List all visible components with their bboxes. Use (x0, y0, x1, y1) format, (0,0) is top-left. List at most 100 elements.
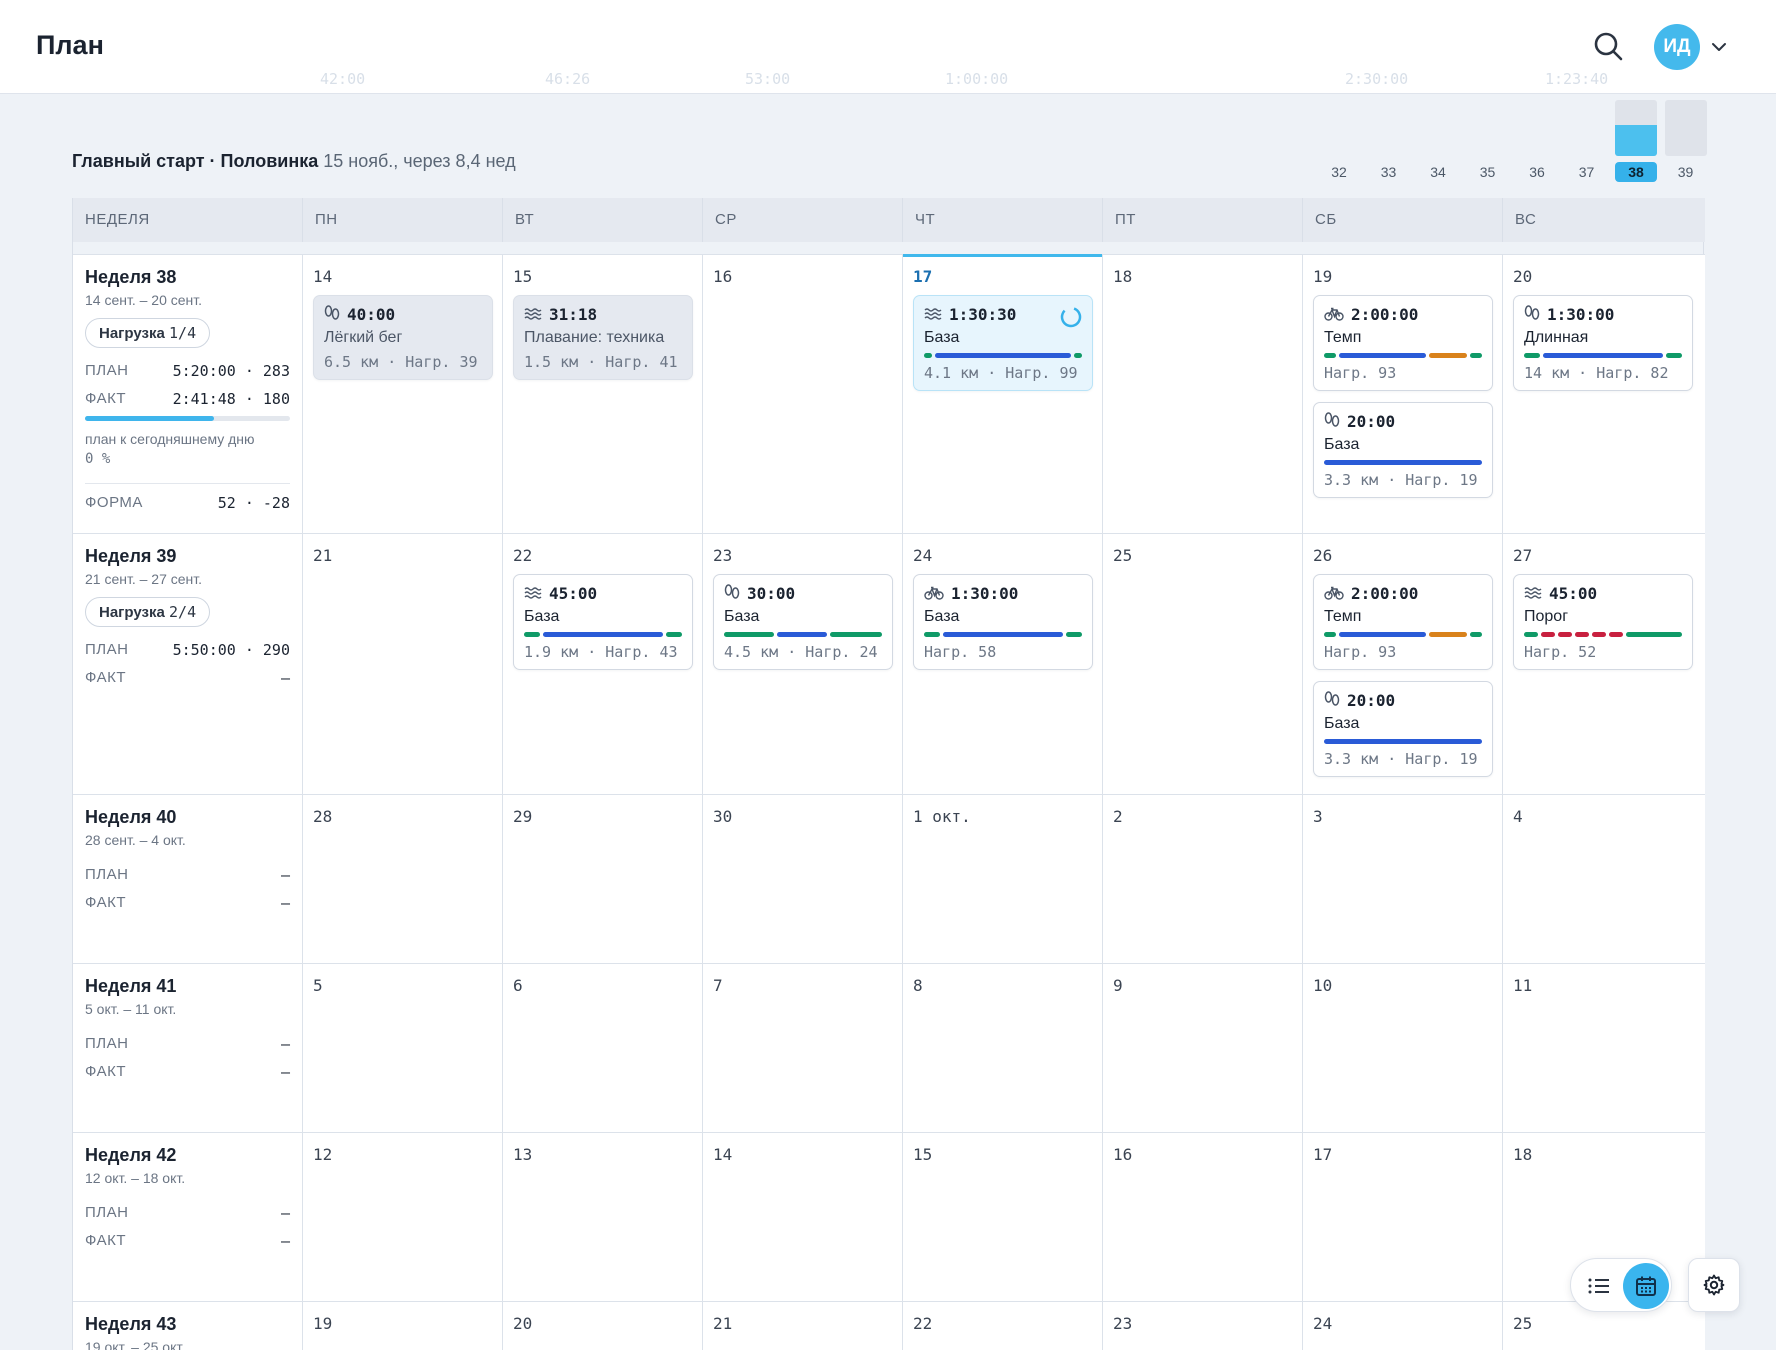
workout-card[interactable]: 45:00 Порог Нагр. 52 (1513, 574, 1693, 670)
day-number: 28 (313, 807, 333, 826)
week-chart-bar[interactable] (1615, 100, 1657, 156)
day-cell[interactable]: 4 (1503, 795, 1705, 963)
day-cell[interactable]: 23 30:00 База 4.5 км · Нагр. 24 (703, 534, 903, 794)
day-cell[interactable]: 16 (703, 255, 903, 533)
day-cell[interactable]: 20 (503, 1302, 703, 1350)
column-header-thu: ЧТ (903, 198, 1103, 242)
day-cell[interactable]: 26 2:00:00 Темп Нагр. 93 20:00 База 3.3 … (1303, 534, 1503, 794)
week-chart-bar[interactable] (1664, 100, 1707, 156)
day-cell[interactable]: 2 (1103, 795, 1303, 963)
week-summary-cell[interactable]: Неделя 43 19 окт. – 25 окт. (73, 1302, 303, 1350)
day-cell[interactable]: 27 45:00 Порог Нагр. 52 (1503, 534, 1705, 794)
workout-card[interactable]: 45:00 База 1.9 км · Нагр. 43 (513, 574, 693, 670)
day-cell[interactable]: 15 31:18 Плавание: техника 1.5 км · Нагр… (503, 255, 703, 533)
workout-card[interactable]: 2:00:00 Темп Нагр. 93 (1313, 574, 1493, 670)
day-cell[interactable]: 23 (1103, 1302, 1303, 1350)
race-label: Главный старт · Половинка (72, 151, 319, 171)
day-number-today: 17 (913, 267, 933, 286)
day-cell[interactable]: 19 2:00:00 Темп Нагр. 93 20:00 База 3.3 … (1303, 255, 1503, 533)
workout-card[interactable]: 20:00 База 3.3 км · Нагр. 19 (1313, 681, 1493, 777)
week-chart-label[interactable]: 33 (1368, 162, 1410, 182)
day-number: 25 (1113, 546, 1133, 565)
day-cell[interactable]: 30 (703, 795, 903, 963)
day-cell[interactable]: 21 (303, 534, 503, 794)
day-cell[interactable]: 12 (303, 1133, 503, 1301)
calendar-view-button[interactable] (1623, 1263, 1669, 1309)
chevron-down-icon[interactable] (1710, 38, 1728, 56)
workout-card[interactable]: 31:18 Плавание: техника 1.5 км · Нагр. 4… (513, 295, 693, 380)
day-cell[interactable]: 18 (1103, 255, 1303, 533)
week-chart-label[interactable]: 32 (1318, 162, 1360, 182)
day-cell[interactable]: 7 (703, 964, 903, 1132)
workout-card[interactable]: 20:00 База 3.3 км · Нагр. 19 (1313, 402, 1493, 498)
week-range: 28 сент. – 4 окт. (85, 832, 186, 848)
day-cell[interactable]: 11 (1503, 964, 1705, 1132)
fact-value: – (280, 1232, 290, 1250)
week-chart-label[interactable]: 39 (1665, 162, 1707, 182)
day-cell[interactable]: 6 (503, 964, 703, 1132)
day-cell[interactable]: 14 (703, 1133, 903, 1301)
form-label: ФОРМА (85, 494, 143, 511)
zone-segments (924, 632, 1082, 637)
day-cell[interactable]: 19 (303, 1302, 503, 1350)
day-number: 25 (1513, 1314, 1533, 1333)
zone-segments (724, 632, 882, 637)
workout-name: Лёгкий бег (324, 329, 403, 346)
day-cell-today[interactable]: 17 1:30:30 База 4.1 км · Нагр. 99 (903, 254, 1103, 533)
week-chart-label[interactable]: 36 (1516, 162, 1558, 182)
day-cell[interactable]: 24 (1303, 1302, 1503, 1350)
settings-button[interactable] (1688, 1258, 1740, 1312)
workout-name: База (724, 608, 760, 625)
day-cell[interactable]: 24 1:30:00 База Нагр. 58 (903, 534, 1103, 794)
workout-card[interactable]: 1:30:30 База 4.1 км · Нагр. 99 (913, 295, 1093, 391)
avatar[interactable]: ИД (1654, 24, 1700, 70)
workout-card[interactable]: 2:00:00 Темп Нагр. 93 (1313, 295, 1493, 391)
week-chart-label[interactable]: 35 (1467, 162, 1509, 182)
week-range: 21 сент. – 27 сент. (85, 571, 203, 587)
day-cell[interactable]: 28 (303, 795, 503, 963)
day-cell[interactable]: 20 1:30:00 Длинная 14 км · Нагр. 82 (1503, 255, 1705, 533)
day-number: 20 (1513, 267, 1533, 286)
day-cell[interactable]: 25 (1103, 534, 1303, 794)
workout-card[interactable]: 30:00 База 4.5 км · Нагр. 24 (713, 574, 893, 670)
load-badge[interactable]: Нагрузка 1/4 (85, 318, 211, 348)
week-chart-label-active[interactable]: 38 (1615, 162, 1657, 182)
day-cell[interactable]: 17 (1303, 1133, 1503, 1301)
search-icon[interactable] (1592, 30, 1624, 62)
day-cell[interactable]: 21 (703, 1302, 903, 1350)
week-summary-cell[interactable]: Неделя 39 21 сент. – 27 сент. Нагрузка 2… (73, 534, 303, 794)
day-number: 21 (713, 1314, 733, 1333)
workout-time: 20:00 (1347, 411, 1396, 431)
day-cell[interactable]: 15 (903, 1133, 1103, 1301)
day-cell[interactable]: 13 (503, 1133, 703, 1301)
week-summary-cell[interactable]: Неделя 38 14 сент. – 20 сент. Нагрузка 1… (73, 255, 303, 533)
load-badge[interactable]: Нагрузка 2/4 (85, 597, 211, 627)
day-cell[interactable]: 3 (1303, 795, 1503, 963)
day-cell[interactable]: 9 (1103, 964, 1303, 1132)
day-cell[interactable]: 16 (1103, 1133, 1303, 1301)
column-header-sat: СБ (1303, 198, 1503, 242)
week-summary-cell[interactable]: Неделя 42 12 окт. – 18 окт. ПЛАН – ФАКТ – (73, 1133, 303, 1301)
plan-label: ПЛАН (85, 1035, 129, 1052)
workout-card[interactable]: 1:30:00 Длинная 14 км · Нагр. 82 (1513, 295, 1693, 391)
day-cell[interactable]: 5 (303, 964, 503, 1132)
list-view-icon[interactable] (1585, 1272, 1613, 1300)
workout-name: База (1324, 436, 1360, 453)
workout-card[interactable]: 40:00 Лёгкий бег 6.5 км · Нагр. 39 (313, 295, 493, 380)
day-cell[interactable]: 29 (503, 795, 703, 963)
week-row: Неделя 42 12 окт. – 18 окт. ПЛАН – ФАКТ – … (73, 1132, 1705, 1301)
day-cell[interactable]: 10 (1303, 964, 1503, 1132)
day-number: 6 (513, 976, 523, 995)
week-chart-label[interactable]: 34 (1417, 162, 1459, 182)
week-summary-cell[interactable]: Неделя 40 28 сент. – 4 окт. ПЛАН – ФАКТ – (73, 795, 303, 963)
day-cell[interactable]: 14 40:00 Лёгкий бег 6.5 км · Нагр. 39 (303, 255, 503, 533)
day-number: 10 (1313, 976, 1333, 995)
day-cell[interactable]: 22 45:00 База 1.9 км · Нагр. 43 (503, 534, 703, 794)
day-number: 18 (1113, 267, 1133, 286)
day-cell[interactable]: 8 (903, 964, 1103, 1132)
day-cell[interactable]: 22 (903, 1302, 1103, 1350)
workout-card[interactable]: 1:30:00 База Нагр. 58 (913, 574, 1093, 670)
week-summary-cell[interactable]: Неделя 41 5 окт. – 11 окт. ПЛАН – ФАКТ – (73, 964, 303, 1132)
day-cell[interactable]: 1 окт. (903, 795, 1103, 963)
week-chart-label[interactable]: 37 (1566, 162, 1608, 182)
